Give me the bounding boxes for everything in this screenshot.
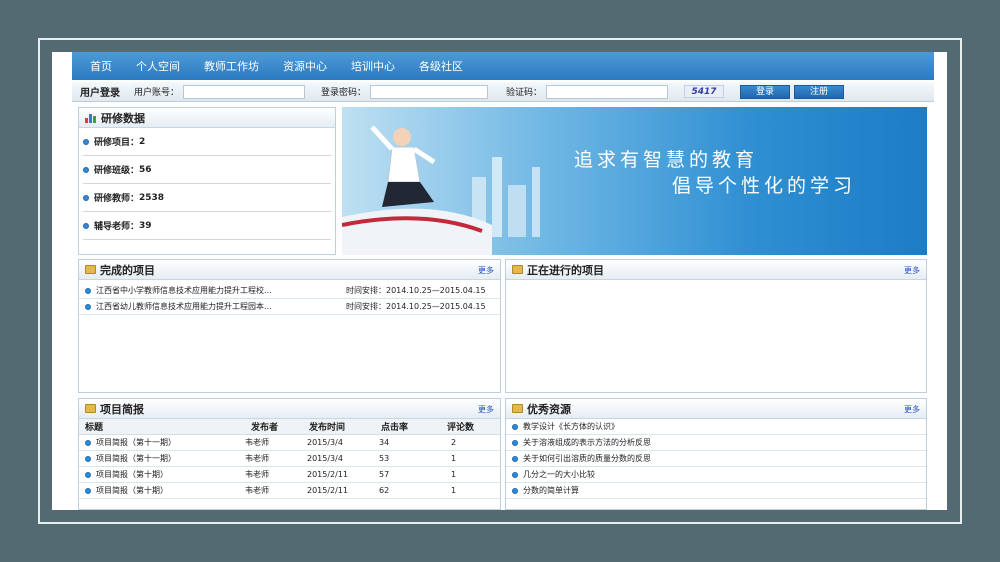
list-item[interactable]: 关于溶液组成的表示方法的分析反思 [506, 435, 926, 451]
bullet-icon [512, 439, 518, 446]
briefing-panel: 项目简报 更多 标题 发布者 发布时间 点击率 评论数 项目简报（第十一期） 韦老… [78, 398, 501, 510]
password-input[interactable] [370, 84, 489, 99]
bullet-icon [85, 455, 91, 462]
nav-community[interactable]: 各级社区 [419, 58, 463, 74]
nav-training-center[interactable]: 培训中心 [351, 58, 395, 74]
resources-title: 优秀资源 [527, 402, 571, 416]
stats-title: 研修数据 [101, 111, 145, 125]
bullet-icon [83, 222, 89, 229]
bullet-icon [85, 287, 91, 294]
list-item[interactable]: 江西省幼儿教师信息技术应用能力提升工程园本... 时间安排：2014.10.25—… [79, 299, 500, 315]
table-row[interactable]: 项目简报（第十一期） 韦老师 2015/3/4 53 1 [79, 451, 500, 467]
captcha-input[interactable] [546, 84, 669, 99]
register-button[interactable]: 注册 [794, 84, 845, 99]
bar-chart-icon [85, 113, 97, 123]
nav-home[interactable]: 首页 [90, 58, 112, 74]
bullet-icon [85, 303, 91, 310]
bullet-icon [83, 138, 89, 145]
hero-banner[interactable]: 追求有智慧的教育 倡导个性化的学习 [342, 107, 927, 255]
password-label: 登录密码： [321, 88, 367, 98]
ongoing-header: 正在进行的项目 更多 [506, 260, 926, 280]
login-title: 用户登录 [80, 88, 120, 99]
briefing-more-link[interactable]: 更多 [478, 404, 494, 415]
list-item[interactable]: 几分之一的大小比较 [506, 467, 926, 483]
table-row[interactable]: 项目简报（第十一期） 韦老师 2015/3/4 34 2 [79, 435, 500, 451]
bullet-icon [83, 194, 89, 201]
stat-row: 辅导老师： 39 [83, 212, 331, 240]
nav-teacher-workshop[interactable]: 教师工作坊 [204, 58, 259, 74]
completed-header: 完成的项目 更多 [79, 260, 500, 280]
table-row[interactable]: 项目简报（第十期） 韦老师 2015/2/11 57 1 [79, 467, 500, 483]
folder-icon [85, 265, 96, 274]
bullet-icon [85, 471, 91, 478]
webpage: 首页 个人空间 教师工作坊 资源中心 培训中心 各级社区 用户登录 用户账号： … [52, 52, 947, 510]
completed-projects-panel: 完成的项目 更多 江西省中小学教师信息技术应用能力提升工程校... 时间安排：20… [78, 259, 501, 393]
nav-resource-center[interactable]: 资源中心 [283, 58, 327, 74]
folder-icon [512, 404, 523, 413]
briefing-title: 项目简报 [100, 402, 144, 416]
bullet-icon [512, 471, 518, 478]
nav-personal-space[interactable]: 个人空间 [136, 58, 180, 74]
banner-slogan-2: 倡导个性化的学习 [672, 175, 857, 197]
account-input[interactable] [183, 84, 306, 99]
bullet-icon [85, 439, 91, 446]
stat-row: 研修教师： 2538 [83, 184, 331, 212]
bullet-icon [85, 487, 91, 494]
bullet-icon [512, 487, 518, 494]
bullet-icon [512, 455, 518, 462]
ongoing-projects-panel: 正在进行的项目 更多 [505, 259, 927, 393]
bullet-icon [512, 423, 518, 430]
folder-icon [85, 404, 96, 413]
completed-title: 完成的项目 [100, 263, 155, 277]
stat-row: 研修项目： 2 [83, 128, 331, 156]
main-nav: 首页 个人空间 教师工作坊 资源中心 培训中心 各级社区 [72, 52, 934, 80]
banner-slogan-1: 追求有智慧的教育 [574, 149, 759, 171]
list-item[interactable]: 关于如何引出溶质的质量分数的反思 [506, 451, 926, 467]
login-bar: 用户登录 用户账号： 登录密码： 验证码： 5417 登录 注册 [72, 82, 934, 102]
ongoing-title: 正在进行的项目 [527, 263, 604, 277]
table-row[interactable]: 项目简报（第十期） 韦老师 2015/2/11 62 1 [79, 483, 500, 499]
resources-panel: 优秀资源 更多 教学设计《长方体的认识》 关于溶液组成的表示方法的分析反思 关于… [505, 398, 927, 510]
briefing-header: 项目简报 更多 [79, 399, 500, 419]
captcha-image[interactable]: 5417 [684, 85, 725, 98]
bullet-icon [83, 166, 89, 173]
list-item[interactable]: 教学设计《长方体的认识》 [506, 419, 926, 435]
resources-more-link[interactable]: 更多 [904, 404, 920, 415]
captcha-label: 验证码： [506, 88, 543, 98]
completed-more-link[interactable]: 更多 [478, 265, 494, 276]
list-item[interactable]: 江西省中小学教师信息技术应用能力提升工程校... 时间安排：2014.10.25—… [79, 283, 500, 299]
ongoing-more-link[interactable]: 更多 [904, 265, 920, 276]
list-item[interactable]: 分数的简单计算 [506, 483, 926, 499]
resources-header: 优秀资源 更多 [506, 399, 926, 419]
table-header: 标题 发布者 发布时间 点击率 评论数 [79, 419, 500, 435]
stats-header: 研修数据 [79, 108, 335, 128]
login-button[interactable]: 登录 [740, 84, 791, 99]
account-label: 用户账号： [134, 88, 180, 98]
stat-row: 研修班级： 56 [83, 156, 331, 184]
stats-panel: 研修数据 研修项目： 2 研修班级： 56 研修教师： 2538 辅导老师： 39 [78, 107, 336, 255]
folder-icon [512, 265, 523, 274]
